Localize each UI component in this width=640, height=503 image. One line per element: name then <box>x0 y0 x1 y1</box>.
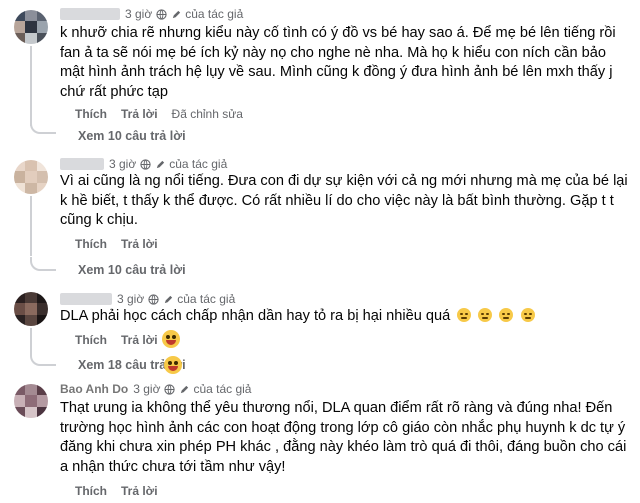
thread-branch <box>30 120 56 134</box>
comment-meta: 3 giờ của tác giả <box>60 291 235 307</box>
avatar[interactable] <box>14 10 48 44</box>
pencil-icon <box>181 385 189 393</box>
thread-line <box>30 196 32 256</box>
comment-actions: Thích Trả lời <box>75 333 172 347</box>
thread-line <box>30 328 32 354</box>
view-replies-button[interactable]: Xem 10 câu trả lời <box>78 263 186 277</box>
avatar[interactable] <box>14 160 48 194</box>
author-name-redacted <box>60 293 112 305</box>
like-button[interactable]: Thích <box>75 107 107 121</box>
globe-icon <box>156 8 167 20</box>
globe-icon <box>148 293 159 305</box>
comment-time[interactable]: 3 giờ <box>125 7 152 21</box>
reply-button[interactable]: Trả lời <box>121 484 158 498</box>
comment-time[interactable]: 3 giờ <box>109 157 136 171</box>
comment-text: DLA phải học cách chấp nhận dần hay tỏ r… <box>60 307 630 327</box>
comment-text: k nhưỡ chia rẽ nhưng kiểu này cố tình có… <box>60 25 616 100</box>
author-badge-label: của tác giả <box>193 382 252 396</box>
author-badge: của tác giả <box>171 7 243 21</box>
grimace-emoji-icon <box>457 308 472 322</box>
author-badge: của tác giả <box>163 292 235 306</box>
author-badge-label: của tác giả <box>185 7 244 21</box>
comment-time[interactable]: 3 giờ <box>117 292 144 306</box>
author-name-redacted <box>60 158 104 170</box>
author-badge-label: của tác giả <box>169 157 228 171</box>
thread-branch <box>30 257 56 271</box>
view-replies-label: Xem 10 câu trả lời <box>78 129 186 143</box>
pencil-icon <box>157 160 165 168</box>
author-badge: của tác giả <box>179 382 251 396</box>
view-replies-label: Xem 10 câu trả lời <box>78 263 186 277</box>
comment-time[interactable]: 3 giờ <box>133 382 160 396</box>
comment-text: Thạt ưung ia không thể yêu thương nổi, D… <box>60 400 627 475</box>
pencil-icon <box>165 295 173 303</box>
view-replies-button[interactable]: Xem 10 câu trả lời <box>78 129 186 143</box>
comment-actions: Thích Trả lời Đã chỉnh sửa <box>75 107 243 121</box>
author-name[interactable]: Bao Anh Do <box>60 382 128 396</box>
reply-button[interactable]: Trả lời <box>121 333 158 347</box>
like-button[interactable]: Thích <box>75 333 107 347</box>
like-button[interactable]: Thích <box>75 237 107 251</box>
comment-text: Vì ai cũng là ng nổi tiếng. Đưa con đi d… <box>60 173 628 229</box>
reaction-emoji-icon[interactable] <box>164 356 182 374</box>
comment-actions: Thích Trả lời <box>75 484 172 498</box>
comment-meta: 3 giờ của tác giả <box>60 6 243 22</box>
thread-line <box>30 46 32 126</box>
author-badge: của tác giả <box>155 157 227 171</box>
author-name-redacted <box>60 8 120 20</box>
globe-icon <box>164 383 176 395</box>
like-button[interactable]: Thích <box>75 484 107 498</box>
comment-text-content: DLA phải học cách chấp nhận dần hay tỏ r… <box>60 308 451 324</box>
edited-label[interactable]: Đã chỉnh sửa <box>172 107 243 121</box>
grimace-emoji-icon <box>499 308 514 322</box>
avatar[interactable] <box>14 292 48 326</box>
reply-button[interactable]: Trả lời <box>121 237 158 251</box>
grimace-emoji-icon <box>520 308 535 322</box>
reply-button[interactable]: Trả lời <box>121 107 158 121</box>
comment-meta: Bao Anh Do 3 giờ của tác giả <box>60 381 251 397</box>
comment-meta: 3 giờ của tác giả <box>60 156 227 172</box>
reaction-emoji-icon[interactable] <box>162 330 180 348</box>
globe-icon <box>140 158 151 170</box>
pencil-icon <box>173 10 181 18</box>
thread-branch <box>30 352 56 366</box>
grimace-emoji-icon <box>478 308 493 322</box>
author-badge-label: của tác giả <box>177 292 236 306</box>
avatar[interactable] <box>14 384 48 418</box>
comment-actions: Thích Trả lời <box>75 237 172 251</box>
